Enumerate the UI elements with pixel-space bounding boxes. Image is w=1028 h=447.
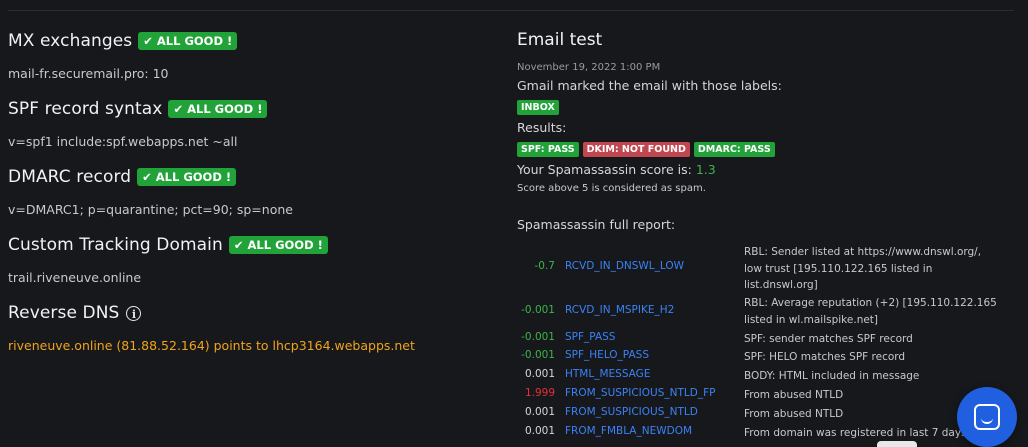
rule-description: SPF: sender matches SPF record <box>744 333 913 345</box>
rule-score: -0.001 <box>521 349 555 361</box>
mx-heading: MX exchanges ✔ ALL GOOD ! <box>8 26 503 56</box>
auth-results: SPF: PASS DKIM: NOT FOUND DMARC: PASS <box>517 138 1022 160</box>
rule-description: SPF: HELO matches SPF record <box>744 351 906 363</box>
tracking-title: Custom Tracking Domain <box>8 235 223 255</box>
rule-score: 0.001 <box>524 425 555 437</box>
spf-value: v=spf1 include:spf.webapps.net ~all <box>8 134 238 149</box>
spf-title: SPF record syntax <box>8 99 163 119</box>
rule-score: -0.001 <box>521 304 555 316</box>
spf-result-badge: SPF: PASS <box>517 141 579 157</box>
spam-score: 1.3 <box>695 162 716 177</box>
rule-score: 0.001 <box>524 406 555 418</box>
dkim-result-badge: DKIM: NOT FOUND <box>582 141 690 157</box>
rule-name-link[interactable]: FROM_SUSPICIOUS_NTLD <box>565 406 698 418</box>
rule-name-link[interactable]: HTML_MESSAGE <box>565 368 650 380</box>
email-test-panel: Email test November 19, 2022 1:00 PM Gma… <box>517 26 1022 439</box>
test-date: November 19, 2022 1:00 PM <box>517 62 661 73</box>
rule-name-link[interactable]: SPF_PASS <box>565 331 615 343</box>
rule-score: 1.999 <box>524 387 555 399</box>
spf-heading: SPF record syntax ✔ ALL GOOD ! <box>8 94 503 124</box>
rule-description: RBL: Sender listed at https://www.dnswl.… <box>744 246 982 291</box>
top-divider <box>8 10 1014 11</box>
report-title: Spamassassin full report: <box>517 217 676 232</box>
rule-score: -0.7 <box>534 260 556 272</box>
dmarc-title: DMARC record <box>8 167 132 187</box>
rdns-value: riveneuve.online (81.88.52.164) points t… <box>8 338 415 353</box>
tracking-heading: Custom Tracking Domain ✔ ALL GOOD ! <box>8 230 503 260</box>
dmarc-heading: DMARC record ✔ ALL GOOD ! <box>8 162 503 192</box>
rdns-title: Reverse DNS <box>8 303 120 323</box>
labels-text: Gmail marked the email with those labels… <box>517 78 782 93</box>
mx-status-badge: ✔ ALL GOOD ! <box>138 32 238 50</box>
chat-icon <box>974 404 1000 430</box>
score-prefix: Your Spamassassin score is: <box>517 162 692 177</box>
rule-name-link[interactable]: SPF_HELO_PASS <box>565 349 649 361</box>
tracking-value: trail.riveneuve.online <box>8 270 142 285</box>
mx-title: MX exchanges <box>8 31 133 51</box>
info-icon[interactable]: i <box>126 305 142 321</box>
email-test-title: Email test <box>517 30 603 50</box>
rule-name-link[interactable]: RCVD_IN_MSPIKE_H2 <box>565 304 674 316</box>
rule-name-link[interactable]: FROM_FMBLA_NEWDOM <box>565 425 692 437</box>
score-note: Score above 5 is considered as spam. <box>517 183 706 194</box>
rule-description: BODY: HTML included in message <box>744 370 920 382</box>
floating-tab[interactable] <box>877 441 917 447</box>
dmarc-status-badge: ✔ ALL GOOD ! <box>137 168 237 186</box>
rule-name-link[interactable]: FROM_SUSPICIOUS_NTLD_FP <box>565 387 715 399</box>
score-line: Your Spamassassin score is: 1.3 <box>517 160 1022 180</box>
mx-value: mail-fr.securemail.pro: 10 <box>8 66 169 81</box>
dmarc-value: v=DMARC1; p=quarantine; pct=90; sp=none <box>8 202 293 217</box>
rule-description: RBL: Average reputation (+2) [195.110.12… <box>744 297 997 326</box>
dmarc-result-badge: DMARC: PASS <box>693 141 775 157</box>
tracking-status-badge: ✔ ALL GOOD ! <box>228 236 328 254</box>
results-text: Results: <box>517 120 567 135</box>
gmail-labels: INBOX <box>517 96 1022 118</box>
rule-name-link[interactable]: RCVD_IN_DNSWL_LOW <box>565 260 684 272</box>
rule-score: 0.001 <box>524 368 555 380</box>
rdns-heading: Reverse DNS i <box>8 298 503 328</box>
rule-score: -0.001 <box>521 331 555 343</box>
spf-status-badge: ✔ ALL GOOD ! <box>168 100 268 118</box>
dns-checks: MX exchanges ✔ ALL GOOD ! mail-fr.secure… <box>8 26 503 366</box>
label-badge-inbox: INBOX <box>517 99 559 115</box>
chat-button[interactable] <box>957 387 1017 447</box>
